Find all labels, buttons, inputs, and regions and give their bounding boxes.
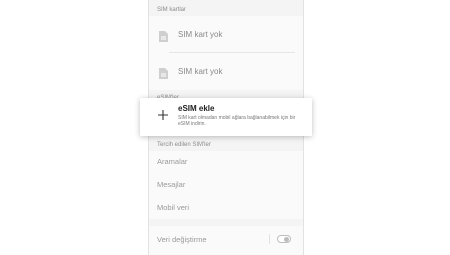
preferred-sims-card: Aramalar Mesajlar Mobil veri [149, 151, 303, 219]
preferred-item-calls[interactable]: Aramalar [149, 151, 303, 173]
add-esim-popup[interactable]: eSIM ekle SIM kart olmadan mobil ağlara … [140, 98, 312, 136]
sim-slot-2[interactable]: SIM kart yok [149, 53, 303, 89]
sim-card-icon [159, 29, 168, 42]
data-switch-toggle[interactable] [277, 235, 291, 243]
add-esim-title: eSIM ekle [178, 104, 215, 113]
sim-card-icon [159, 66, 168, 79]
toggle-knob [284, 236, 289, 242]
sim-slot-1[interactable]: SIM kart yok [149, 16, 303, 52]
sim-cards-card: SIM kart yok SIM kart yok [149, 16, 303, 90]
plus-icon [157, 108, 169, 120]
divider [269, 234, 270, 244]
sim-slot-label: SIM kart yok [178, 66, 223, 76]
preferred-item-mobile-data[interactable]: Mobil veri [149, 197, 303, 219]
sim-slot-label: SIM kart yok [178, 29, 223, 39]
add-esim-description: SIM kart olmadan mobil ağlara bağlanabil… [178, 115, 296, 127]
preferred-item-messages[interactable]: Mesajlar [149, 174, 303, 196]
